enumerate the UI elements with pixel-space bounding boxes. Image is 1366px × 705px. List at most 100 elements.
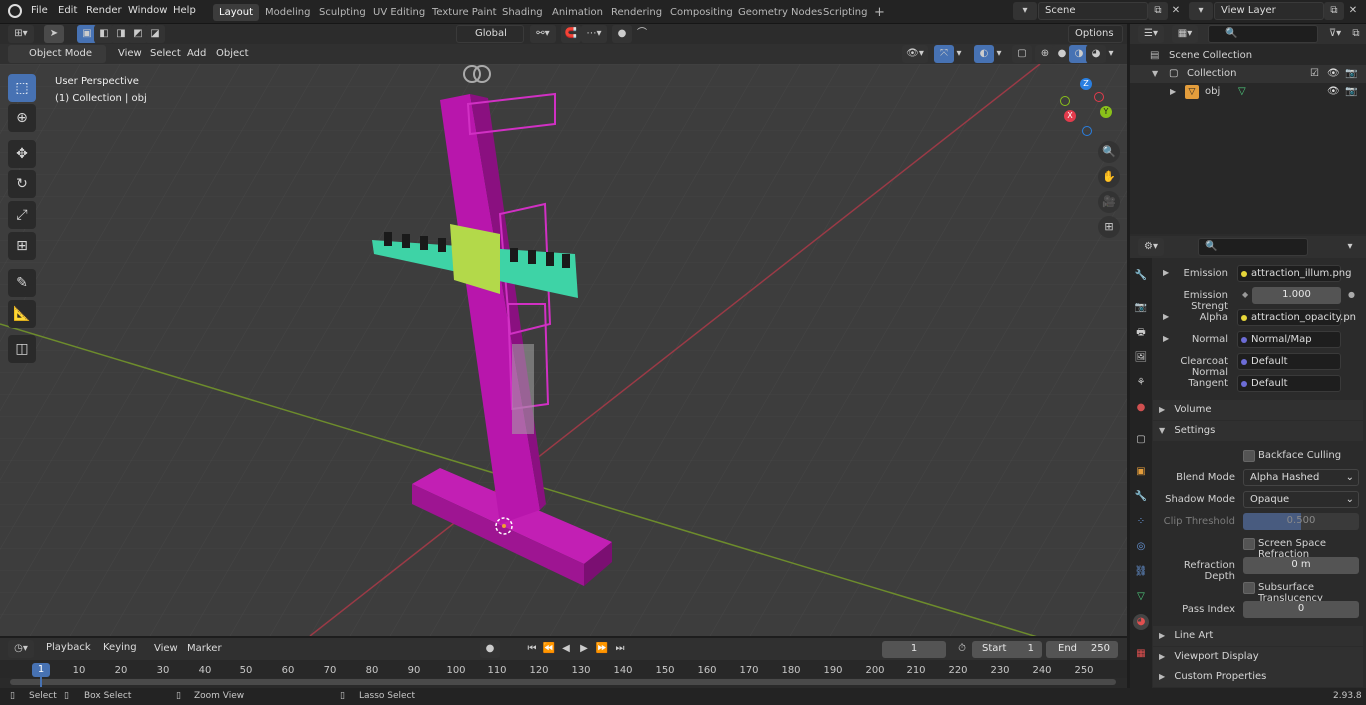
menu-edit[interactable]: Edit <box>58 0 77 24</box>
normal-field[interactable]: Normal/Map <box>1237 331 1341 348</box>
transform-tool[interactable]: ⊞ <box>8 232 36 260</box>
animate-property-icon[interactable]: ● <box>1348 290 1355 299</box>
gizmo-icon[interactable]: ⤧ <box>934 45 954 63</box>
shadow-mode-dropdown[interactable]: Opaque ⌄ <box>1243 491 1359 508</box>
tab-uv-editing[interactable]: UV Editing <box>367 4 431 21</box>
timeline-editor-icon[interactable]: ◷▾ <box>8 640 34 658</box>
object-tab-icon[interactable]: ▣ <box>1133 464 1149 480</box>
alpha-field[interactable]: attraction_opacity.pn <box>1237 309 1356 326</box>
timeline-scrollbar[interactable] <box>10 679 1116 685</box>
collection-tab-icon[interactable]: ▢ <box>1133 432 1149 448</box>
viewport-menu-view[interactable]: View <box>118 46 142 62</box>
emission-field[interactable]: attraction_illum.png <box>1237 265 1352 282</box>
tab-shading[interactable]: Shading <box>496 4 549 21</box>
volume-panel-header[interactable]: ▶ Volume <box>1153 400 1363 420</box>
select-tool-icon[interactable]: ➤ <box>44 25 64 43</box>
material-tab-icon[interactable]: ◕ <box>1133 614 1149 630</box>
tab-compositing[interactable]: Compositing <box>664 4 739 21</box>
tab-texture-paint[interactable]: Texture Paint <box>426 4 503 21</box>
select-intersect-icon[interactable]: ◪ <box>145 25 165 43</box>
menu-help[interactable]: Help <box>173 0 196 24</box>
scale-tool[interactable]: ⤢ <box>8 201 36 229</box>
tab-modeling[interactable]: Modeling <box>259 4 317 21</box>
tab-sculpting[interactable]: Sculpting <box>313 4 372 21</box>
snap-icon[interactable]: 🧲 <box>561 25 581 43</box>
obj-render-icon[interactable]: 📷 <box>1345 83 1357 101</box>
add-cube-tool[interactable]: ◫ <box>8 335 36 363</box>
properties-search[interactable]: 🔍 <box>1198 238 1308 256</box>
outliner-search[interactable]: 🔍 <box>1208 25 1318 43</box>
3d-viewport[interactable]: User Perspective (1) Collection | obj ⬚ … <box>0 64 1127 636</box>
view-layer-field[interactable]: View Layer <box>1214 2 1324 20</box>
current-frame-field[interactable]: 1 <box>882 641 946 658</box>
viewport-display-panel-header[interactable]: ▶ Viewport Display <box>1153 647 1363 667</box>
playhead-marker[interactable]: 1 <box>32 663 50 677</box>
tab-geometry-nodes[interactable]: Geometry Nodes <box>732 4 828 21</box>
add-workspace-icon[interactable]: + <box>868 4 891 21</box>
world-tab-icon[interactable]: ● <box>1133 400 1149 416</box>
rendered-shading-icon[interactable]: ◕ <box>1086 45 1106 63</box>
tool-tab-icon[interactable]: 🔧 <box>1133 268 1149 284</box>
mesh-data-icon[interactable]: ▽ <box>1238 83 1246 101</box>
scene-tab-icon[interactable]: ⚘ <box>1133 375 1149 391</box>
jump-next-keyframe-icon[interactable]: ⏩ <box>592 640 612 658</box>
obj-visibility-icon[interactable]: 👁 <box>1327 83 1340 101</box>
gizmo-neg-z-icon[interactable] <box>1082 126 1092 136</box>
measure-tool[interactable]: 📐 <box>8 300 36 328</box>
play-icon[interactable]: ▶ <box>574 640 594 658</box>
shading-dropdown-icon[interactable]: ▾ <box>1104 45 1118 63</box>
scene-field[interactable]: Scene <box>1038 2 1148 20</box>
proportional-falloff-icon[interactable]: ⌒ <box>632 25 652 43</box>
screen-space-refraction-checkbox[interactable] <box>1243 538 1255 550</box>
tangent-field[interactable]: Default <box>1237 375 1341 392</box>
play-reverse-icon[interactable]: ◀ <box>556 640 576 658</box>
zoom-icon[interactable]: 🔍 <box>1098 141 1120 163</box>
viewport-menu-object[interactable]: Object <box>216 46 249 62</box>
outliner-row-collection[interactable]: ▼ ▢ Collection ☑ 👁 📷 <box>1130 65 1366 83</box>
collection-exclude-checkbox[interactable]: ☑ <box>1310 65 1319 83</box>
display-mode-icon[interactable]: ▦▾ <box>1172 25 1198 43</box>
gizmo-neg-x-icon[interactable] <box>1094 92 1104 102</box>
navigation-gizmo[interactable]: Z Y X <box>1058 74 1116 138</box>
texture-tab-icon[interactable]: ▦ <box>1133 646 1149 662</box>
move-tool[interactable]: ✥ <box>8 140 36 168</box>
viewport-menu-select[interactable]: Select <box>150 46 181 62</box>
overlays-dropdown-icon[interactable]: ▾ <box>992 45 1006 63</box>
pass-index-field[interactable]: 0 <box>1243 601 1359 618</box>
object-mode-dropdown[interactable]: Object Mode <box>8 45 106 63</box>
gizmo-dropdown-icon[interactable]: ▾ <box>952 45 966 63</box>
render-tab-icon[interactable]: 📷 <box>1133 300 1149 316</box>
blender-logo-icon[interactable] <box>8 4 22 18</box>
menu-render[interactable]: Render <box>86 0 122 24</box>
blend-mode-dropdown[interactable]: Alpha Hashed ⌄ <box>1243 469 1359 486</box>
pan-hand-icon[interactable]: ✋ <box>1098 166 1120 188</box>
delete-scene-icon[interactable]: ✕ <box>1166 2 1186 20</box>
gizmo-y-axis-icon[interactable]: Y <box>1100 106 1112 118</box>
pivot-icon[interactable]: ⚯▾ <box>530 25 556 43</box>
visibility-icon[interactable]: 👁▾ <box>902 45 928 63</box>
collection-visibility-icon[interactable]: 👁 <box>1327 65 1340 83</box>
keying-dropdown[interactable]: Keying <box>97 640 145 658</box>
properties-editor-icon[interactable]: ⚙▾ <box>1138 238 1164 256</box>
backface-culling-checkbox[interactable] <box>1243 450 1255 462</box>
line-art-panel-header[interactable]: ▶ Line Art <box>1153 626 1363 646</box>
expand-obj-icon[interactable]: ▶ <box>1170 83 1176 101</box>
new-scene-icon[interactable]: ⧉ <box>1148 2 1168 20</box>
jump-end-icon[interactable]: ⏭ <box>610 640 630 658</box>
auto-keying-icon[interactable]: ● <box>480 640 500 658</box>
delete-view-layer-icon[interactable]: ✕ <box>1343 2 1363 20</box>
proportional-edit-icon[interactable]: ● <box>612 25 632 43</box>
data-tab-icon[interactable]: ▽ <box>1133 589 1149 605</box>
constraints-tab-icon[interactable]: ⛓ <box>1133 564 1149 580</box>
tab-scripting[interactable]: Scripting <box>817 4 873 21</box>
outliner-editor-icon[interactable]: ☰▾ <box>1138 25 1164 43</box>
new-view-layer-icon[interactable]: ⧉ <box>1324 2 1344 20</box>
timeline-menu-marker[interactable]: Marker <box>187 640 222 658</box>
view-layer-icon[interactable]: ▾ <box>1189 2 1213 20</box>
editor-type-icon[interactable]: ⊞▾ <box>8 25 34 43</box>
gizmo-x-axis-icon[interactable]: X <box>1064 110 1076 122</box>
orientation-dropdown[interactable]: Global <box>456 25 524 43</box>
expand-collection-icon[interactable]: ▼ <box>1152 65 1158 83</box>
collection-render-icon[interactable]: 📷 <box>1345 65 1357 83</box>
refraction-depth-field[interactable]: 0 m <box>1243 557 1359 574</box>
